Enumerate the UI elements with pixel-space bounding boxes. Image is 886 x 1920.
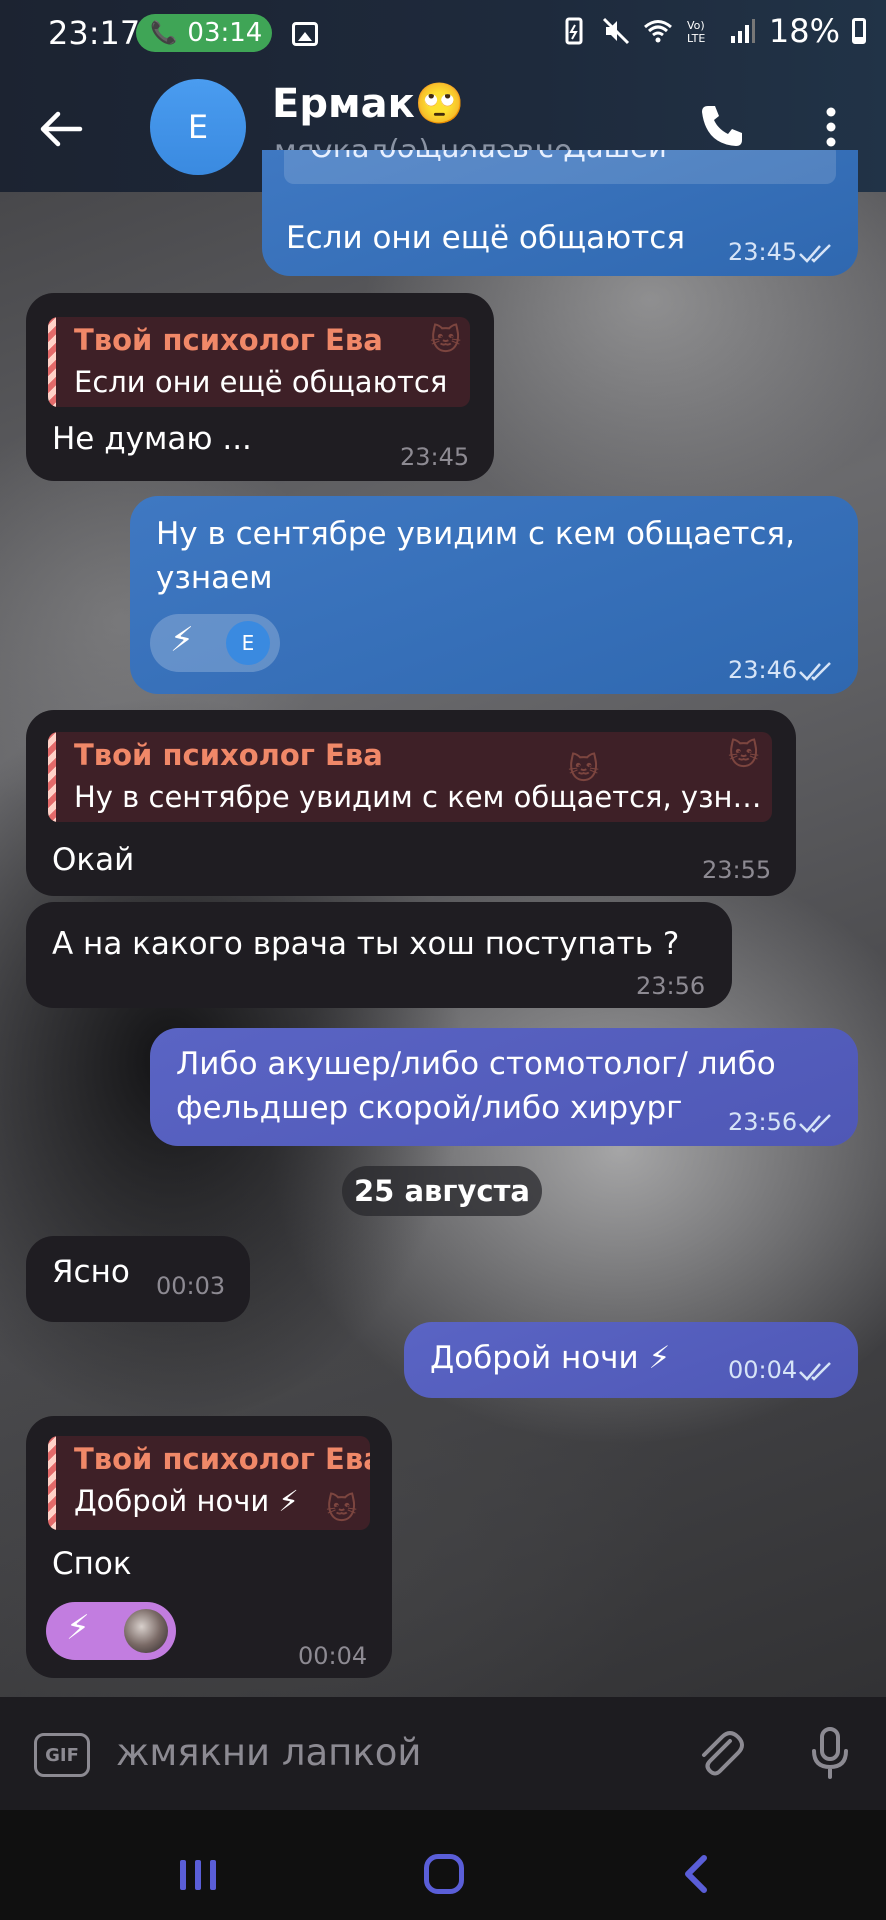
more-options-icon[interactable] — [814, 102, 848, 152]
svg-text:LTE: LTE — [687, 32, 705, 45]
cat-pattern-icon: 🐱 — [326, 1492, 358, 1527]
message-text: Не думаю ... — [52, 421, 252, 457]
recent-apps-icon[interactable] — [178, 1858, 218, 1892]
message-input-bar: GIF жмякни лапкой — [0, 1697, 886, 1810]
message-time: 00:04 — [298, 1642, 368, 1670]
reply-quote-text: Она общалась с Дашей — [310, 150, 667, 164]
ongoing-call-pill[interactable]: 📞 03:14 — [136, 14, 272, 52]
message-outgoing[interactable]: Ну в сентябре увидим с кем общается, узн… — [130, 496, 858, 694]
reply-quote[interactable]: 🐱 Твой психолог Ева Доброй ночи ⚡ — [48, 1436, 370, 1530]
reply-quote-text: Если они ещё общаются — [74, 365, 448, 399]
wifi-icon — [643, 20, 672, 43]
reaction-chip[interactable]: ⚡ — [46, 1602, 176, 1660]
message-incoming[interactable]: 🐱 Твой психолог Ева Доброй ночи ⚡ Спок ⚡… — [26, 1416, 392, 1678]
message-time: 23:45 — [728, 238, 798, 266]
microphone-icon[interactable] — [800, 1723, 860, 1783]
reaction-avatar: E — [226, 621, 270, 665]
message-incoming[interactable]: 🐱 Твой психолог Ева Если они ещё общаютс… — [26, 293, 494, 481]
avatar-letter: E — [187, 108, 209, 146]
message-text-line-1: Либо акушер/либо стомотолог/ либо — [176, 1046, 776, 1082]
lightning-reaction-icon: ⚡ — [66, 1608, 90, 1648]
signal-icon — [730, 19, 755, 43]
system-icons: Vo) LTE 18% — [559, 12, 866, 50]
message-incoming[interactable]: А на какого врача ты хош поступать ? 23:… — [26, 902, 732, 1008]
reply-quote-text: Доброй ночи ⚡ — [74, 1484, 299, 1518]
reply-quote[interactable]: 🐱 Твой психолог Ева Если они ещё общаютс… — [48, 317, 470, 407]
mute-icon — [602, 17, 629, 45]
gif-button[interactable]: GIF — [34, 1733, 90, 1777]
reply-quote: Она общалась с Дашей — [284, 150, 836, 184]
reply-quote-text: Ну в сентябре увидим с кем общается, узн… — [74, 780, 762, 814]
message-outgoing[interactable]: Либо акушер/либо стомотолог/ либо фельдш… — [150, 1028, 858, 1146]
message-text: Окай — [52, 842, 135, 878]
attach-icon[interactable] — [690, 1723, 750, 1783]
gallery-notification-icon — [292, 22, 318, 46]
reply-quote-sender: Твой психолог Ева — [74, 323, 383, 357]
reply-quote-bar — [48, 732, 56, 822]
status-bar: 23:17 📞 03:14 Vo) LTE 18% — [0, 0, 886, 66]
reply-quote-bar — [48, 317, 56, 407]
message-incoming[interactable]: Ясно 00:03 — [26, 1236, 250, 1322]
contact-name[interactable]: Ермак🙄 — [272, 80, 465, 127]
read-ticks-icon — [799, 1362, 831, 1381]
read-ticks-icon — [799, 1114, 831, 1133]
message-text: Если они ещё общаются — [286, 220, 686, 256]
date-separator: 25 августа — [342, 1166, 542, 1216]
reply-quote-sender: Твой психолог Ева — [74, 1442, 370, 1476]
battery-icon — [852, 18, 866, 44]
message-time: 00:04 — [728, 1356, 798, 1384]
call-duration: 03:14 — [187, 18, 263, 48]
svg-text:Vo): Vo) — [687, 19, 705, 32]
home-button-icon[interactable] — [424, 1854, 464, 1894]
phone-icon: 📞 — [150, 20, 178, 46]
message-outgoing[interactable]: Доброй ночи ⚡ 00:04 — [404, 1322, 858, 1398]
message-text: Доброй ночи ⚡ — [430, 1340, 671, 1376]
message-time: 23:56 — [636, 972, 706, 1000]
read-ticks-icon — [799, 662, 831, 681]
battery-saver-icon — [565, 17, 583, 45]
cat-pattern-icon: 🐱 — [728, 738, 760, 773]
nav-back-icon[interactable] — [680, 1854, 710, 1894]
back-arrow-icon[interactable] — [36, 104, 86, 154]
message-text-line-2: узнаем — [156, 560, 273, 596]
message-text: Ясно — [52, 1254, 130, 1290]
reply-quote-sender: Твой психолог Ева — [74, 738, 383, 772]
system-navigation-bar — [0, 1810, 886, 1920]
message-outgoing[interactable]: Она общалась с Дашей Если они ещё общают… — [262, 150, 858, 276]
message-input[interactable]: жмякни лапкой — [116, 1731, 421, 1774]
reply-quote[interactable]: 🐱 🐱 Твой психолог Ева Ну в сентябре увид… — [48, 732, 772, 822]
battery-percent: 18% — [768, 12, 840, 50]
message-time: 23:46 — [728, 656, 798, 684]
contact-avatar[interactable]: E — [150, 79, 246, 175]
message-text: А на какого врача ты хош поступать ? — [52, 926, 680, 962]
message-text: Спок — [52, 1546, 132, 1582]
message-text-line-1: Ну в сентябре увидим с кем общается, — [156, 516, 795, 552]
reply-quote-bar — [48, 1436, 56, 1530]
message-time: 23:55 — [702, 856, 772, 884]
volte-icon: Vo)LTE — [687, 19, 705, 45]
message-time: 23:56 — [728, 1108, 798, 1136]
lightning-reaction-icon: ⚡ — [170, 620, 194, 660]
reaction-avatar — [124, 1609, 168, 1653]
status-time: 23:17 — [48, 14, 141, 52]
cat-pattern-icon: 🐱 — [430, 323, 462, 358]
message-time: 00:03 — [156, 1272, 226, 1300]
read-ticks-icon — [799, 244, 831, 263]
message-time: 23:45 — [400, 443, 470, 471]
message-text-line-2: фельдшер скорой/либо хирург — [176, 1090, 683, 1126]
phone-call-icon[interactable] — [696, 100, 748, 152]
message-incoming[interactable]: 🐱 🐱 Твой психолог Ева Ну в сентябре увид… — [26, 710, 796, 896]
reaction-chip[interactable]: ⚡ E — [150, 614, 280, 672]
